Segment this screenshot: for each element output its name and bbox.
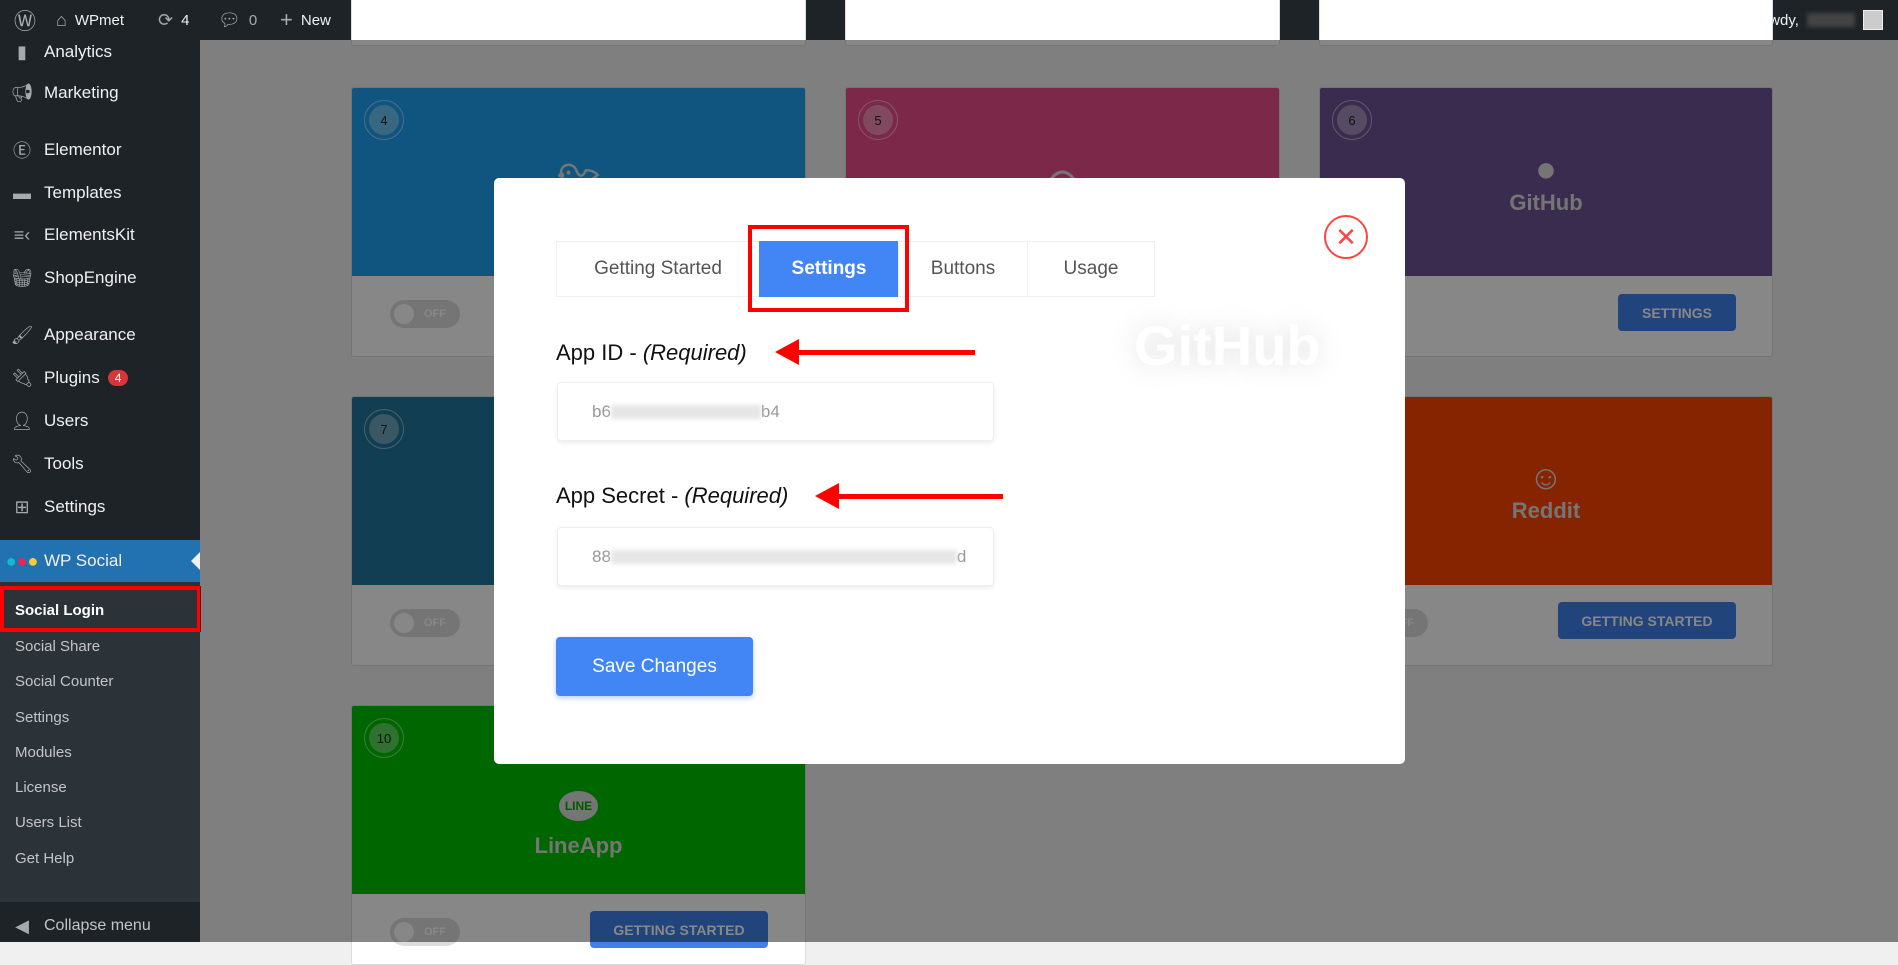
close-icon[interactable]: ✕ <box>1324 215 1368 259</box>
sidebar-item-wp-social[interactable]: ●●● WP Social <box>0 540 200 582</box>
wrench-icon: 🔧︎ <box>10 453 34 474</box>
folder-icon: ▬ <box>13 182 31 203</box>
annotation-arrow <box>775 339 975 365</box>
comments-link[interactable]: 💬︎ 0 <box>218 0 257 40</box>
sidebar-item-shopengine[interactable]: 🧺︎ ShopEngine <box>0 258 200 298</box>
submenu-users-list[interactable]: Users List <box>15 814 82 831</box>
plug-icon: 🔌︎ <box>10 367 34 388</box>
sidebar-item-elementor[interactable]: Ⓔ Elementor <box>0 130 200 170</box>
sidebar-item-tools[interactable]: 🔧︎ Tools <box>0 444 200 484</box>
refresh-icon: ⟳ <box>158 9 174 30</box>
elementskit-icon: ≡‹ <box>13 224 31 245</box>
app-id-label: App ID - (Required) <box>556 340 747 365</box>
comment-icon: 💬︎ <box>218 9 241 30</box>
submenu-license[interactable]: License <box>15 779 67 796</box>
tab-usage[interactable]: Usage <box>1027 241 1155 297</box>
user-icon: 👤︎ <box>10 410 34 431</box>
current-arrow-icon <box>191 552 200 570</box>
avatar <box>1862 10 1883 30</box>
admin-sidebar: ▮ Analytics 📢︎ Marketing Ⓔ Elementor ▬ Templ… <box>0 40 201 942</box>
app-secret-input[interactable]: 88 d <box>557 527 994 586</box>
sidebar-item-users[interactable]: 👤︎ Users <box>0 401 200 441</box>
sliders-icon: ⊞ <box>14 496 30 517</box>
tab-buttons[interactable]: Buttons <box>898 241 1028 297</box>
sidebar-item-elementskit[interactable]: ≡‹ ElementsKit <box>0 215 200 255</box>
annotation-arrow <box>815 483 1003 509</box>
sidebar-item-appearance[interactable]: 🖌︎ Appearance <box>0 315 200 355</box>
paintbrush-icon: 🖌︎ <box>10 324 34 345</box>
plus-icon: + <box>280 7 293 32</box>
megaphone-icon: 📢︎ <box>10 82 34 103</box>
plugins-count-badge: 4 <box>107 370 129 386</box>
submenu-get-help[interactable]: Get Help <box>15 850 74 867</box>
sidebar-item-templates[interactable]: ▬ Templates <box>0 173 200 213</box>
sidebar-item-plugins[interactable]: 🔌︎ Plugins 4 <box>0 358 200 398</box>
sidebar-item-marketing[interactable]: 📢︎ Marketing <box>0 73 200 113</box>
collapse-menu-button[interactable]: ◀ Collapse menu <box>0 906 200 946</box>
sidebar-item-settings[interactable]: ⊞ Settings <box>0 487 200 527</box>
wp-social-icon: ●●● <box>5 550 39 571</box>
home-icon: ⌂ <box>56 9 67 30</box>
bar-chart-icon: ▮ <box>17 41 27 62</box>
sidebar-item-analytics[interactable]: ▮ Analytics <box>0 32 200 72</box>
basket-icon: 🧺︎ <box>10 267 34 288</box>
collapse-arrow-icon: ◀ <box>15 915 29 936</box>
submenu-social-share[interactable]: Social Share <box>15 638 100 655</box>
save-changes-button[interactable]: Save Changes <box>556 637 753 696</box>
github-watermark: GitHub <box>1134 314 1321 377</box>
app-id-input[interactable]: b6 b4 <box>557 382 994 441</box>
tab-getting-started[interactable]: Getting Started <box>556 241 760 297</box>
annotation-highlight-box <box>748 225 909 312</box>
submenu-social-counter[interactable]: Social Counter <box>15 673 113 690</box>
elementor-icon: Ⓔ <box>13 141 31 161</box>
settings-modal: GitHub Getting Started Settings Buttons … <box>494 178 1405 764</box>
submenu-social-login[interactable]: Social Login <box>15 602 104 619</box>
new-content-link[interactable]: + New <box>280 0 331 40</box>
app-secret-label: App Secret - (Required) <box>556 483 789 508</box>
submenu-modules[interactable]: Modules <box>15 744 72 761</box>
submenu-settings[interactable]: Settings <box>15 709 69 726</box>
